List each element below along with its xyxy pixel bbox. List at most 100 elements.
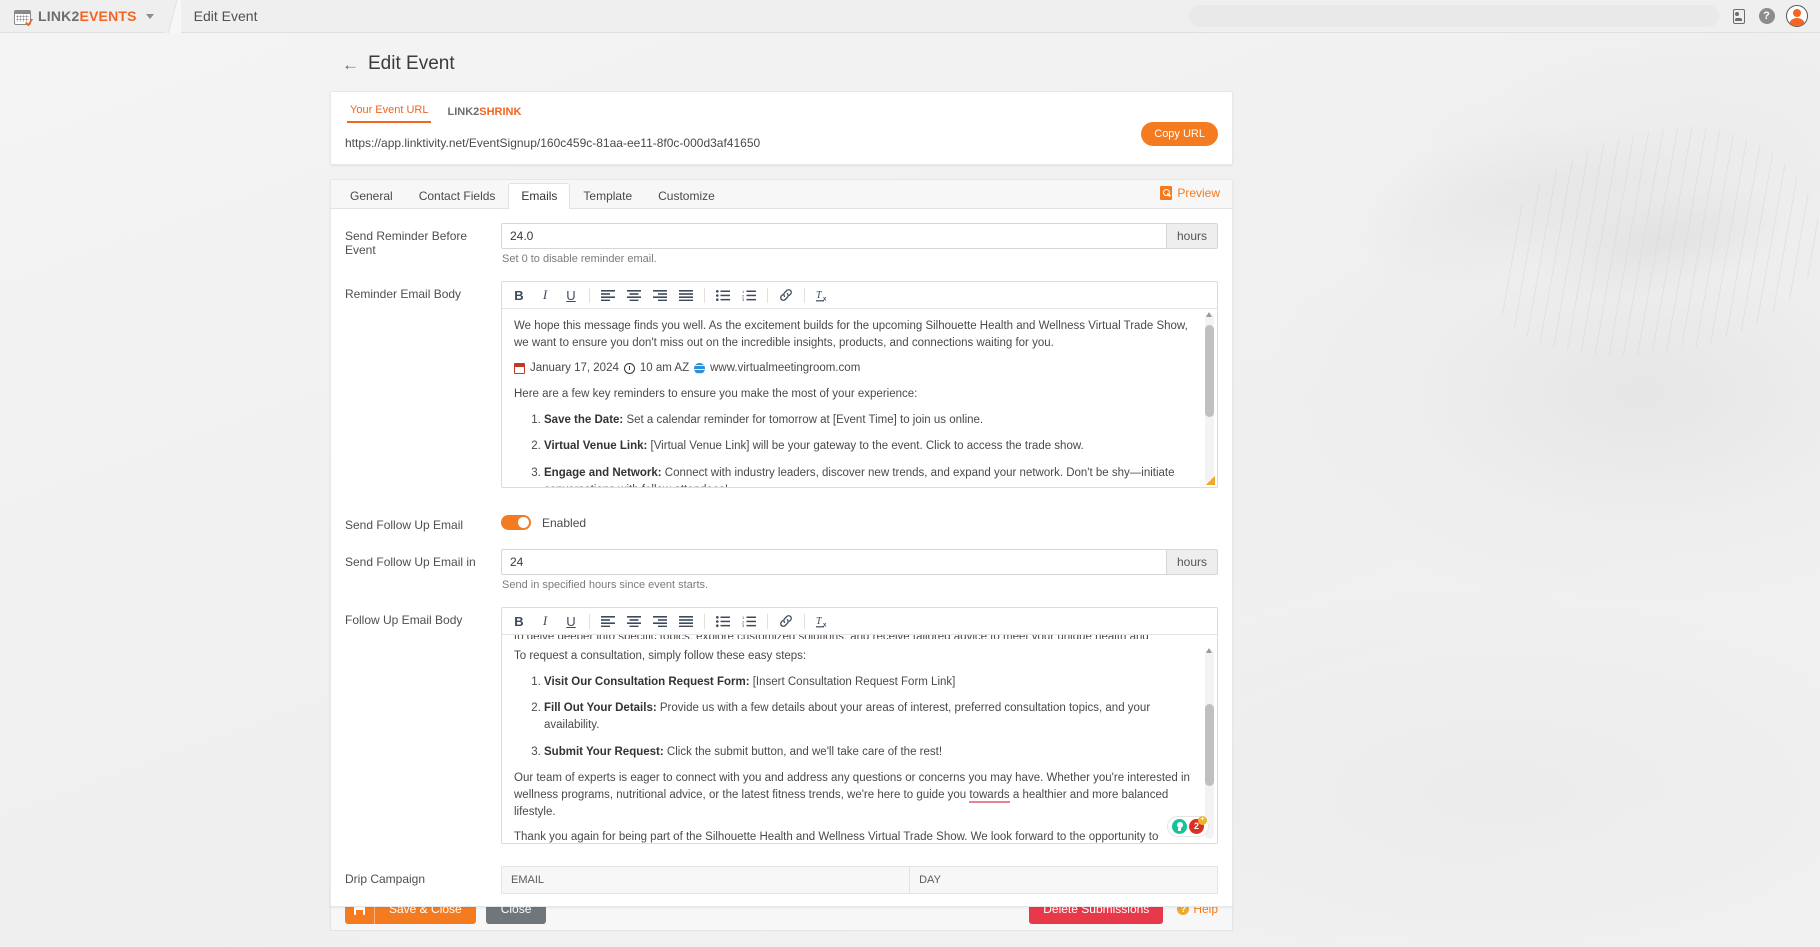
followup-list: Visit Our Consultation Request Form: [In… (514, 674, 1191, 761)
event-url-card: Your Event URL LINK2SHRINK https://app.l… (330, 91, 1233, 165)
plus-badge-icon: + (1198, 816, 1207, 825)
event-settings-card: General Contact Fields Emails Template C… (330, 179, 1233, 907)
reminder-meta-url: www.virtualmeetingroom.com (710, 362, 861, 375)
underline-icon[interactable]: U (558, 609, 584, 634)
copy-url-button[interactable]: Copy URL (1141, 122, 1218, 146)
page-title: ← Edit Event (330, 33, 1233, 91)
followup-delay-row: Send Follow Up Email in hours Send in sp… (331, 549, 1232, 591)
grammar-issue-count-badge[interactable]: 2 + (1189, 816, 1207, 834)
reminder-meta-date: January 17, 2024 (530, 362, 619, 375)
breadcrumb-current: Edit Event (193, 8, 258, 24)
bullet-list-icon[interactable] (710, 283, 736, 308)
top-navigation-bar: LINK2EVENTS Edit Event ? (0, 0, 1820, 33)
followup-toggle[interactable] (501, 515, 531, 530)
followup-p2: Our team of experts is eager to connect … (514, 772, 1190, 818)
spelling-suggestion-towards[interactable]: towards (969, 789, 1010, 804)
align-justify-icon[interactable] (673, 283, 699, 308)
align-right-icon[interactable] (647, 609, 673, 634)
followup-body-row: Follow Up Email Body B I U 1 2 3 T x To … (331, 607, 1232, 844)
emails-panel: Send Reminder Before Event hours Set 0 t… (331, 209, 1232, 906)
preview-button[interactable]: Preview (1160, 186, 1220, 200)
tab-contact-fields[interactable]: Contact Fields (406, 183, 509, 209)
url-tabs: Your Event URL LINK2SHRINK (345, 102, 1218, 123)
lightbulb-icon[interactable] (1172, 819, 1187, 834)
align-right-icon[interactable] (647, 283, 673, 308)
list-item: Submit Your Request: Click the submit bu… (544, 744, 1191, 761)
reminder-body-label: Reminder Email Body (345, 287, 462, 301)
followup-p0: to delve deeper into specific topics, ex… (514, 635, 1191, 639)
align-left-icon[interactable] (595, 609, 621, 634)
followup-toggle-row: Send Follow Up Email Enabled (331, 512, 1232, 532)
reminder-meta-time: 10 am AZ (639, 362, 690, 375)
align-center-icon[interactable] (621, 283, 647, 308)
scrollbar-thumb[interactable] (1205, 704, 1214, 786)
svg-text:T: T (816, 616, 823, 627)
tab-link2shrink[interactable]: LINK2SHRINK (444, 104, 524, 123)
followup-toggle-state: Enabled (542, 515, 587, 530)
grammar-assistant-badges[interactable]: 2 + (1167, 816, 1209, 837)
reminder-p2: Here are a few key reminders to ensure y… (514, 388, 918, 401)
reminder-delay-unit: hours (1165, 223, 1218, 249)
followup-toggle-label: Send Follow Up Email (345, 518, 464, 532)
align-left-icon[interactable] (595, 283, 621, 308)
bold-icon[interactable]: B (506, 609, 532, 634)
reminder-email-editor: B I U 1 2 3 T x We hope this message fin… (501, 281, 1218, 488)
scroll-up-icon[interactable] (1206, 648, 1212, 653)
resize-grip[interactable] (1205, 475, 1215, 485)
underline-icon[interactable]: U (558, 283, 584, 308)
numbered-list-icon[interactable]: 123 (736, 609, 762, 634)
back-arrow-icon[interactable]: ← (342, 56, 359, 73)
remove-format-icon[interactable]: Tx (810, 283, 836, 308)
remove-format-icon[interactable]: Tx (810, 609, 836, 634)
breadcrumb-separator (163, 0, 181, 33)
clock-emoji-icon (623, 363, 635, 375)
toolbar-divider (589, 613, 590, 629)
italic-icon[interactable]: I (532, 609, 558, 634)
align-justify-icon[interactable] (673, 609, 699, 634)
calendar-icon (14, 8, 33, 27)
tab-general[interactable]: General (337, 183, 406, 209)
followup-editor-scrollbar[interactable] (1205, 648, 1214, 839)
column-header-day[interactable]: DAY (909, 866, 1218, 894)
followup-body-label: Follow Up Email Body (345, 613, 463, 627)
followup-p3: Thank you again for being part of the Si… (514, 829, 1191, 843)
reminder-meta-line: January 17, 2024 10 am AZ www.virtualmee… (514, 360, 1191, 377)
reminder-delay-input[interactable] (501, 223, 1166, 249)
reminder-delay-label: Send Reminder Before Event (345, 229, 468, 257)
link-icon[interactable] (773, 283, 799, 308)
reminder-body-row: Reminder Email Body B I U 1 2 3 T x We h… (331, 281, 1232, 488)
tab-emails[interactable]: Emails (508, 183, 571, 209)
calendar-emoji-icon (514, 363, 525, 375)
toolbar-divider (704, 613, 705, 629)
reminder-email-content[interactable]: We hope this message finds you well. As … (502, 309, 1217, 487)
contact-card-icon[interactable] (1730, 8, 1747, 25)
numbered-list-icon[interactable]: 123 (736, 283, 762, 308)
toolbar-divider (804, 613, 805, 629)
global-search-input[interactable] (1189, 5, 1719, 27)
brand-logo-button[interactable]: LINK2EVENTS (0, 0, 164, 33)
followup-delay-input[interactable] (501, 549, 1166, 575)
list-item: Engage and Network: Connect with industr… (544, 465, 1191, 487)
bullet-list-icon[interactable] (710, 609, 736, 634)
followup-email-content[interactable]: to delve deeper into specific topics, ex… (502, 635, 1217, 843)
help-icon[interactable]: ? (1758, 8, 1775, 25)
tab-customize[interactable]: Customize (645, 183, 728, 209)
column-header-email[interactable]: EMAIL (500, 866, 911, 894)
scroll-up-icon[interactable] (1206, 312, 1212, 317)
chevron-down-icon[interactable] (145, 13, 154, 19)
svg-text:T: T (816, 290, 823, 301)
tab-template[interactable]: Template (570, 183, 645, 209)
link-icon[interactable] (773, 609, 799, 634)
scrollbar-thumb[interactable] (1205, 325, 1214, 417)
tab-your-event-url[interactable]: Your Event URL (347, 102, 432, 123)
drip-campaign-row: Drip Campaign EMAIL DAY (331, 866, 1232, 906)
avatar[interactable] (1786, 5, 1808, 27)
bold-icon[interactable]: B (506, 283, 532, 308)
topbar-actions: ? (1189, 5, 1820, 27)
italic-icon[interactable]: I (532, 283, 558, 308)
reminder-editor-scrollbar[interactable] (1205, 312, 1214, 483)
toolbar-divider (767, 287, 768, 303)
align-center-icon[interactable] (621, 609, 647, 634)
reminder-list: Save the Date: Set a calendar reminder f… (514, 412, 1191, 487)
globe-emoji-icon (694, 363, 706, 375)
